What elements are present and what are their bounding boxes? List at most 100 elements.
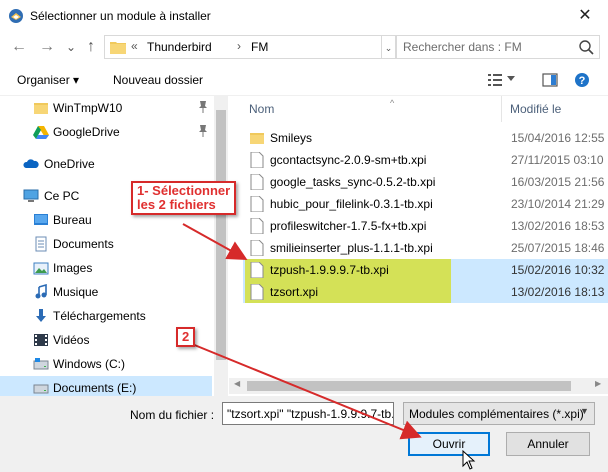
file-row[interactable]: Smileys 15/04/2016 12:55: [243, 127, 608, 149]
sidebar-item-label: OneDrive: [44, 157, 95, 171]
window-title: Sélectionner un module à installer: [30, 9, 211, 23]
file-row[interactable]: profileswitcher-1.7.5-fx+tb.xpi 13/02/20…: [243, 215, 608, 237]
folder-icon: [250, 133, 264, 144]
search-input[interactable]: Rechercher dans : FM: [396, 35, 600, 59]
address-bar[interactable]: « Thunderbird › FM: [104, 35, 382, 59]
back-icon[interactable]: ←: [8, 36, 30, 58]
pin-icon[interactable]: [198, 124, 208, 138]
svg-text:?: ?: [579, 75, 586, 87]
search-icon: [579, 40, 594, 55]
sidebar-item-wintmpw10[interactable]: WinTmpW10: [0, 96, 212, 120]
column-divider[interactable]: [501, 96, 502, 122]
scroll-left-icon[interactable]: ◀: [234, 379, 240, 388]
file-row[interactable]: google_tasks_sync-0.5.2-tb.xpi 16/03/201…: [243, 171, 608, 193]
file-row[interactable]: gcontactsync-2.0.9-sm+tb.xpi 27/11/2015 …: [243, 149, 608, 171]
file-list: Nom ^ Modifié le Smileys 15/04/2016 12:5…: [229, 96, 608, 396]
file-row[interactable]: smilieinserter_plus-1.1.1-tb.xpi 25/07/2…: [243, 237, 608, 259]
dialog-footer: Nom du fichier : "tzsort.xpi" "tzpush-1.…: [0, 396, 608, 472]
sidebar-item-telechargements[interactable]: Téléchargements: [0, 304, 212, 328]
address-overflow-icon[interactable]: «: [131, 39, 138, 53]
annotation-step2: 2: [176, 327, 196, 347]
navigation-pane: WinTmpW10 GoogleDrive OneDrive Ce PC Bur…: [0, 96, 228, 396]
file-type-select[interactable]: Modules complémentaires (*.xpi) ▼: [403, 402, 595, 425]
computer-icon: [23, 189, 39, 202]
sidebar-item-label: Windows (C:): [53, 357, 126, 371]
file-modified: 13/02/2016 18:53: [511, 219, 605, 233]
music-icon: [35, 284, 47, 299]
file-name: gcontactsync-2.0.9-sm+tb.xpi: [270, 153, 427, 167]
file-icon: [250, 262, 264, 278]
sidebar-item-musique[interactable]: Musique: [0, 280, 212, 304]
breadcrumb-fm[interactable]: FM: [251, 40, 268, 54]
sidebar-item-images[interactable]: Images: [0, 256, 212, 280]
pictures-icon: [33, 262, 49, 275]
breadcrumb-thunderbird[interactable]: Thunderbird: [147, 40, 212, 54]
column-header-modified[interactable]: Modifié le: [510, 96, 561, 122]
sidebar-item-documents[interactable]: Documents: [0, 232, 212, 256]
sidebar-item-label: GoogleDrive: [53, 125, 120, 139]
annotation-step1-line1: 1- Sélectionner: [137, 183, 231, 198]
file-modified: 23/10/2014 21:29: [511, 197, 605, 211]
sidebar-item-label: Images: [53, 261, 93, 275]
annotation-step1-line2: les 2 fichiers: [137, 197, 216, 212]
column-header-name[interactable]: Nom: [249, 96, 274, 122]
file-modified: 15/02/2016 10:32: [511, 263, 605, 277]
sidebar-item-label: Bureau: [53, 213, 92, 227]
address-dropdown-chevron-icon[interactable]: ⌄: [382, 35, 396, 59]
open-button[interactable]: Ouvrir: [408, 432, 490, 456]
organize-menu-button[interactable]: Organiser ▾: [17, 73, 79, 87]
filename-value: "tzsort.xpi" "tzpush-1.9.9.9.7-tb.xpi": [227, 407, 394, 421]
google-drive-icon: [33, 126, 49, 139]
cloud-icon: [23, 159, 39, 168]
file-modified: 27/11/2015 03:10: [511, 153, 604, 167]
forward-icon[interactable]: →: [36, 36, 58, 58]
file-icon: [250, 284, 264, 300]
preview-pane-icon[interactable]: [542, 72, 558, 88]
sort-caret-icon: ^: [390, 98, 395, 108]
drive-icon: [33, 384, 49, 394]
breadcrumb-chevron-icon[interactable]: ›: [237, 39, 241, 53]
up-arrow-icon[interactable]: ↑: [80, 36, 102, 58]
file-icon: [250, 240, 264, 256]
file-row-selected[interactable]: tzpush-1.9.9.9.7-tb.xpi 15/02/2016 10:32: [243, 259, 608, 281]
file-row-selected[interactable]: tzsort.xpi 13/02/2016 18:13: [243, 281, 608, 303]
cancel-button[interactable]: Annuler: [506, 432, 590, 456]
sidebar-item-onedrive[interactable]: OneDrive: [0, 152, 212, 176]
search-placeholder: Rechercher dans : FM: [403, 40, 522, 54]
scrollbar-thumb[interactable]: [247, 381, 571, 391]
chevron-down-icon: ▼: [580, 406, 589, 416]
recent-locations-chevron-down-icon[interactable]: ⌄: [60, 36, 82, 58]
scrollbar-thumb[interactable]: [216, 110, 226, 360]
sidebar-item-label: Documents: [53, 237, 114, 251]
filename-label: Nom du fichier :: [130, 408, 215, 422]
close-icon[interactable]: ✕: [568, 2, 602, 30]
title-bar: Sélectionner un module à installer ✕: [0, 0, 608, 32]
file-name: Smileys: [270, 131, 313, 145]
filename-input[interactable]: "tzsort.xpi" "tzpush-1.9.9.9.7-tb.xpi": [222, 402, 394, 425]
file-row[interactable]: hubic_pour_filelink-0.3.1-tb.xpi 23/10/2…: [243, 193, 608, 215]
file-icon: [250, 196, 264, 212]
desktop-icon: [34, 214, 48, 225]
file-list-horizontal-scrollbar[interactable]: ◀ ▶: [229, 378, 608, 394]
sidebar-item-label: Vidéos: [53, 333, 90, 347]
scroll-right-icon[interactable]: ▶: [595, 379, 601, 388]
sidebar-item-windows-c[interactable]: Windows (C:): [0, 352, 212, 376]
view-chevron-down-icon[interactable]: [507, 76, 515, 82]
folder-icon: [34, 103, 48, 114]
file-name: tzsort.xpi: [270, 285, 319, 299]
file-modified: 25/07/2015 18:46: [511, 241, 605, 255]
help-icon[interactable]: ?: [574, 72, 590, 88]
navigation-scrollbar[interactable]: [214, 96, 228, 396]
pin-icon[interactable]: [198, 100, 208, 114]
view-options-icon[interactable]: [487, 72, 503, 88]
sidebar-item-label: Musique: [53, 285, 99, 299]
file-name: hubic_pour_filelink-0.3.1-tb.xpi: [270, 197, 433, 211]
downloads-icon: [36, 309, 46, 322]
sidebar-item-label: Téléchargements: [53, 309, 146, 323]
sidebar-item-documents-e[interactable]: Documents (E:): [0, 376, 212, 396]
file-name: tzpush-1.9.9.9.7-tb.xpi: [270, 263, 389, 277]
command-toolbar: Organiser ▾ Nouveau dossier ?: [0, 64, 608, 96]
new-folder-button[interactable]: Nouveau dossier: [113, 73, 203, 87]
sidebar-item-googledrive[interactable]: GoogleDrive: [0, 120, 212, 144]
sidebar-item-label: Documents (E:): [53, 381, 137, 395]
